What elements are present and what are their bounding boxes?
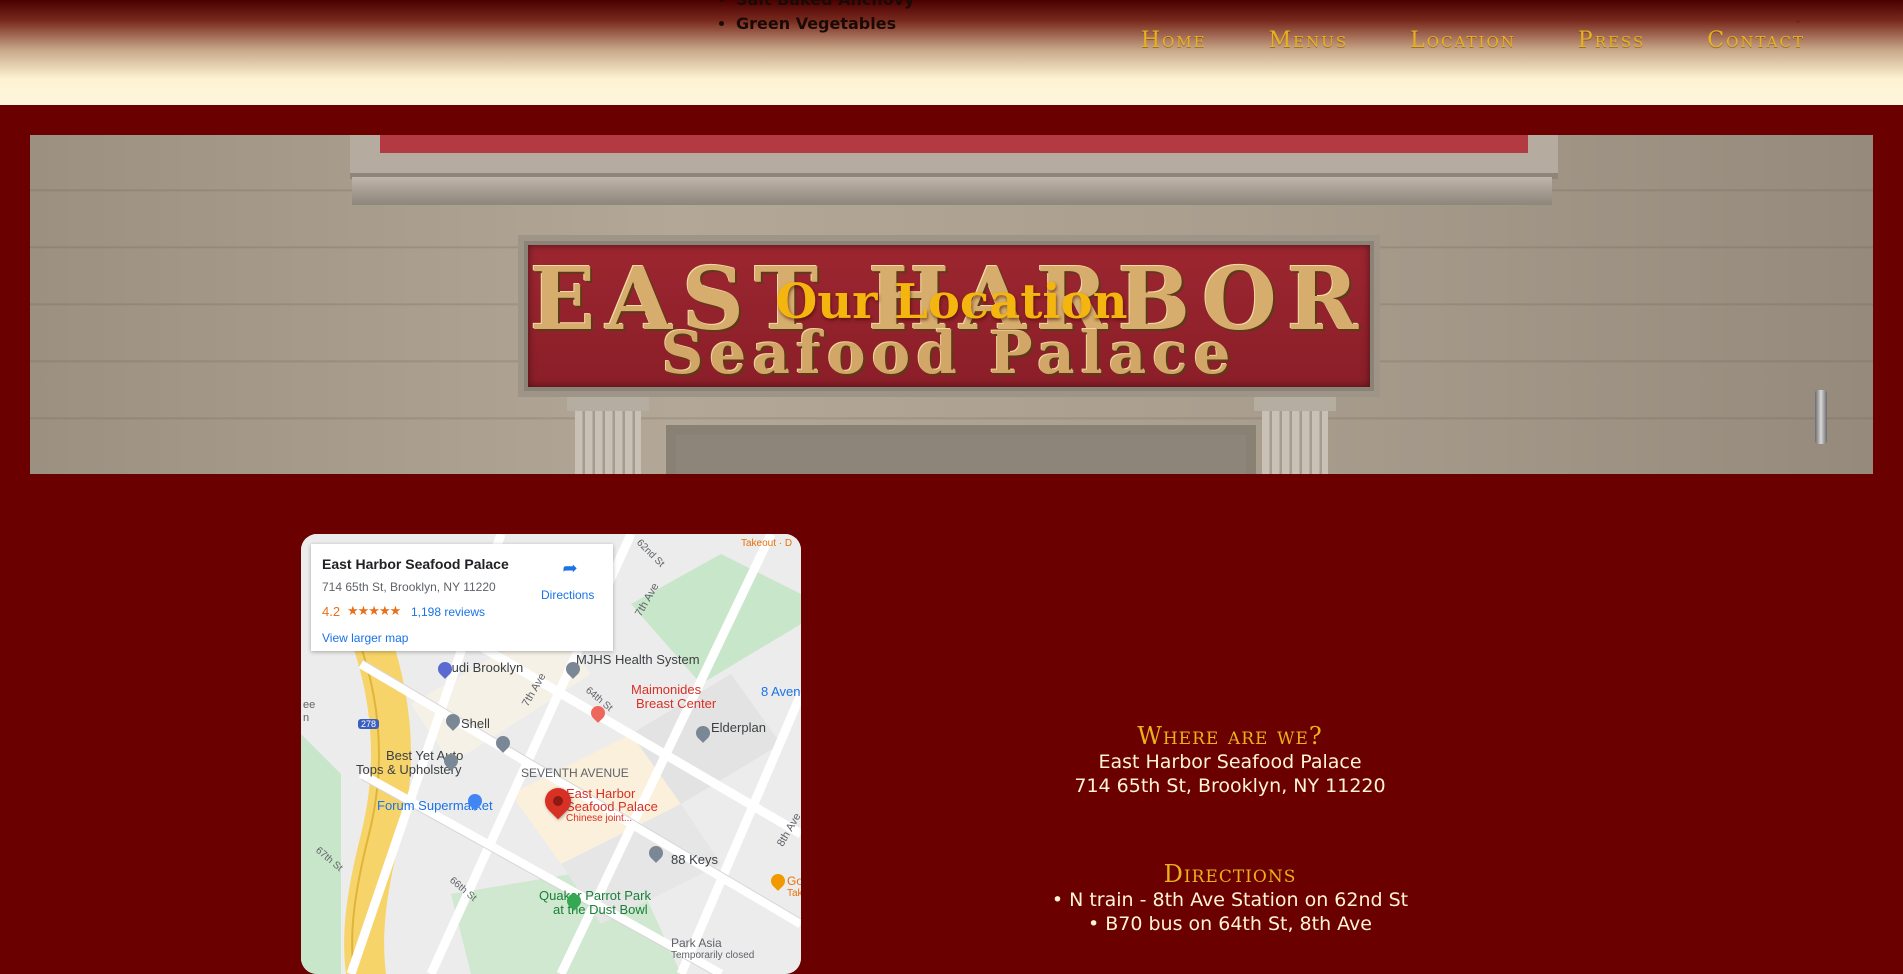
directions-link[interactable]: Directions <box>541 588 594 602</box>
poi-label[interactable]: Elderplan <box>711 720 766 735</box>
directions-heading: Directions <box>1163 860 1297 888</box>
poi-label[interactable]: Takeout · D <box>741 538 792 549</box>
poi-label[interactable]: Tak <box>787 888 801 899</box>
nav-home[interactable]: Home <box>1141 28 1207 53</box>
poi-label[interactable]: MJHS Health System <box>576 652 700 667</box>
poi-label[interactable]: Go <box>787 874 801 888</box>
pillar-right <box>1254 397 1336 474</box>
poi-label[interactable]: Shell <box>461 716 490 731</box>
restaurant-address: 714 65th St, Brooklyn, NY 11220 <box>1074 775 1386 797</box>
nav-press[interactable]: Press <box>1578 28 1645 53</box>
directions-item: B70 bus on 64th St, 8th Ave <box>900 912 1560 936</box>
place-name: East Harbor Seafood Palace <box>322 556 509 572</box>
menu-item: Green Vegetables <box>736 12 915 36</box>
nav-contact[interactable]: Contact <box>1707 28 1805 53</box>
address-section: Where are we? East Harbor Seafood Palace… <box>900 722 1560 798</box>
poi-label[interactable]: Breast Center <box>636 696 716 711</box>
hero-banner: EAST HARBOR Seafood Palace Our Location <box>30 135 1873 474</box>
directions-item: N train - 8th Ave Station on 62nd St <box>900 888 1560 912</box>
view-larger-map-link[interactable]: View larger map <box>322 631 408 645</box>
highway-shield-icon: 278 <box>358 719 380 729</box>
rating-value: 4.2 <box>322 604 341 619</box>
nav-menus[interactable]: Menus <box>1269 28 1349 53</box>
reviews-link[interactable]: 1,198 reviews <box>411 605 485 619</box>
menu-item: Salt Baked Anchovy <box>736 0 915 12</box>
poi-status: Temporarily closed <box>671 950 755 961</box>
poi-label[interactable]: Audi Brooklyn <box>443 660 523 675</box>
poi-label[interactable]: Quaker Parrot Park <box>539 888 651 903</box>
edge-label: n <box>303 712 310 724</box>
nav-location[interactable]: Location <box>1410 28 1516 53</box>
restaurant-name: East Harbor Seafood Palace <box>1098 751 1362 773</box>
pin-label[interactable]: Seafood Palace <box>566 799 658 814</box>
main-nav: Home Menus Location Press Contact <box>1079 28 1805 53</box>
edge-label: ee <box>303 699 316 711</box>
place-info-card: East Harbor Seafood Palace 714 65th St, … <box>311 544 613 651</box>
site-header: Salt Baked Anchovy Green Vegetables ⌄ Ho… <box>0 0 1903 105</box>
poi-label[interactable]: 8 Aven <box>761 684 801 699</box>
where-heading: Where are we? <box>1137 722 1323 750</box>
menu-list-peek: Salt Baked Anchovy Green Vegetables <box>722 0 915 36</box>
pin-label[interactable]: Chinese joint... <box>566 813 632 824</box>
hero-upper-frame <box>350 135 1558 179</box>
poi-label[interactable]: Maimonides <box>631 682 701 697</box>
directions-icon[interactable]: ➦ <box>559 558 581 580</box>
poi-label[interactable]: Park Asia <box>671 936 722 950</box>
google-map-embed[interactable]: Audi Brooklyn MJHS Health System Maimoni… <box>301 534 801 974</box>
pillar-left <box>567 397 649 474</box>
place-address: 714 65th St, Brooklyn, NY 11220 <box>322 580 496 594</box>
rating-stars-icon: ★★★★★ <box>347 603 401 618</box>
page-title: Our Location <box>775 274 1128 330</box>
directions-list: N train - 8th Ave Station on 62nd St B70… <box>900 888 1560 936</box>
poi-label[interactable]: 88 Keys <box>671 852 718 867</box>
door-frame <box>666 425 1256 474</box>
hero-lintel <box>352 177 1552 205</box>
wall-lamp <box>1815 390 1827 444</box>
directions-section: Directions N train - 8th Ave Station on … <box>900 860 1560 936</box>
neighborhood-label: SEVENTH AVENUE <box>521 766 629 780</box>
